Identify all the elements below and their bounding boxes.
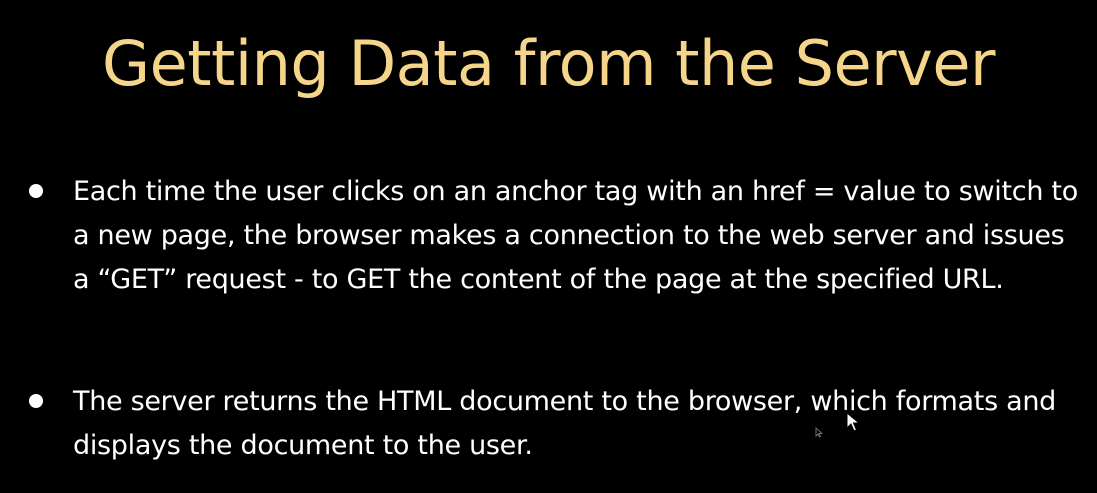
bullet-item: The server returns the HTML document to … — [29, 380, 1083, 468]
slide: Getting Data from the Server Each time t… — [0, 0, 1097, 493]
bullet-text: The server returns the HTML document to … — [73, 386, 1057, 461]
bullet-text: Each time the user clicks on an anchor t… — [73, 176, 1078, 295]
bullet-list: Each time the user clicks on an anchor t… — [0, 0, 1097, 493]
bullet-dot-icon — [29, 394, 43, 408]
bullet-item: Each time the user clicks on an anchor t… — [29, 170, 1083, 302]
bullet-dot-icon — [29, 184, 43, 198]
mouse-pointer-icon — [846, 412, 860, 432]
mouse-pointer-shadow-icon — [815, 427, 823, 438]
